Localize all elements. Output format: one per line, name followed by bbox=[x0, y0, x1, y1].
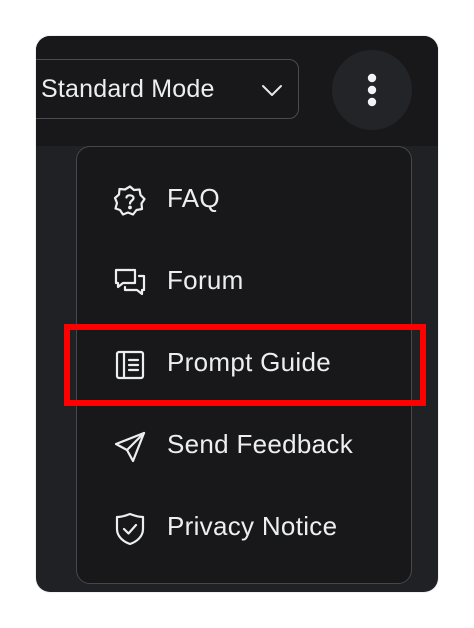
vertical-ellipsis-icon bbox=[367, 73, 377, 107]
mode-selector[interactable]: Standard Mode bbox=[36, 59, 299, 119]
app-window: Standard Mode FAQ Forum Prompt Guide Sen… bbox=[36, 36, 438, 592]
send-arrow-icon bbox=[114, 431, 146, 463]
menu-item-label: Prompt Guide bbox=[167, 347, 332, 377]
top-bar: Standard Mode bbox=[36, 36, 438, 146]
more-options-button[interactable] bbox=[332, 50, 412, 130]
menu-item-privacy-notice[interactable]: Privacy Notice bbox=[77, 485, 410, 565]
document-icon bbox=[115, 350, 145, 380]
menu-item-label: Send Feedback bbox=[167, 429, 354, 459]
chevron-down-icon bbox=[262, 85, 282, 96]
menu-item-label: Forum bbox=[167, 265, 244, 295]
menu-item-label: FAQ bbox=[167, 183, 220, 213]
menu-item-forum[interactable]: Forum bbox=[77, 239, 410, 319]
question-badge-icon bbox=[113, 185, 146, 216]
menu-item-label: Privacy Notice bbox=[167, 511, 338, 541]
shield-check-icon bbox=[115, 512, 145, 546]
chat-bubbles-icon bbox=[114, 268, 146, 296]
dropdown-menu: FAQ Forum Prompt Guide Send Feedback Pri… bbox=[76, 146, 412, 584]
mode-selector-label: Standard Mode bbox=[41, 74, 215, 103]
menu-item-send-feedback[interactable]: Send Feedback bbox=[77, 403, 410, 483]
menu-item-prompt-guide[interactable]: Prompt Guide bbox=[77, 321, 410, 401]
menu-item-faq[interactable]: FAQ bbox=[77, 157, 410, 237]
